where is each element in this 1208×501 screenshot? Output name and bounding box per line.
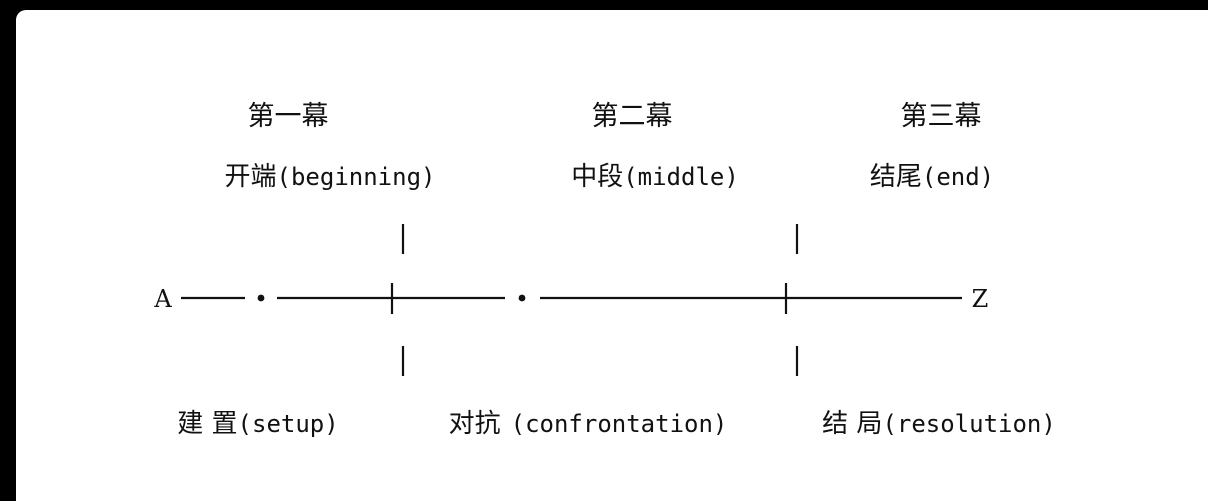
phase-2-latin: (confrontation)	[510, 410, 728, 438]
timeline-start-label: A	[154, 285, 172, 313]
three-act-structure-diagram: 第一幕 第二幕 第三幕 开端(beginning) 中段(middle) 结尾(…	[0, 0, 1208, 501]
phase-3-latin: (resolution)	[882, 410, 1056, 438]
phase-3-name: 结 局	[822, 409, 883, 439]
timeline-end-label: Z	[971, 285, 989, 313]
phase-confrontation-label: 对抗 (confrontation)	[449, 411, 728, 437]
phase-1-name: 建 置	[177, 409, 238, 439]
phase-resolution-label: 结 局(resolution)	[822, 411, 1056, 437]
phase-2-name: 对抗	[448, 409, 501, 439]
midpoint-dot-1	[257, 294, 265, 302]
midpoint-dot-2	[518, 294, 526, 302]
phase-1-latin: (setup)	[237, 410, 339, 438]
phase-setup-label: 建 置(setup)	[177, 411, 338, 437]
